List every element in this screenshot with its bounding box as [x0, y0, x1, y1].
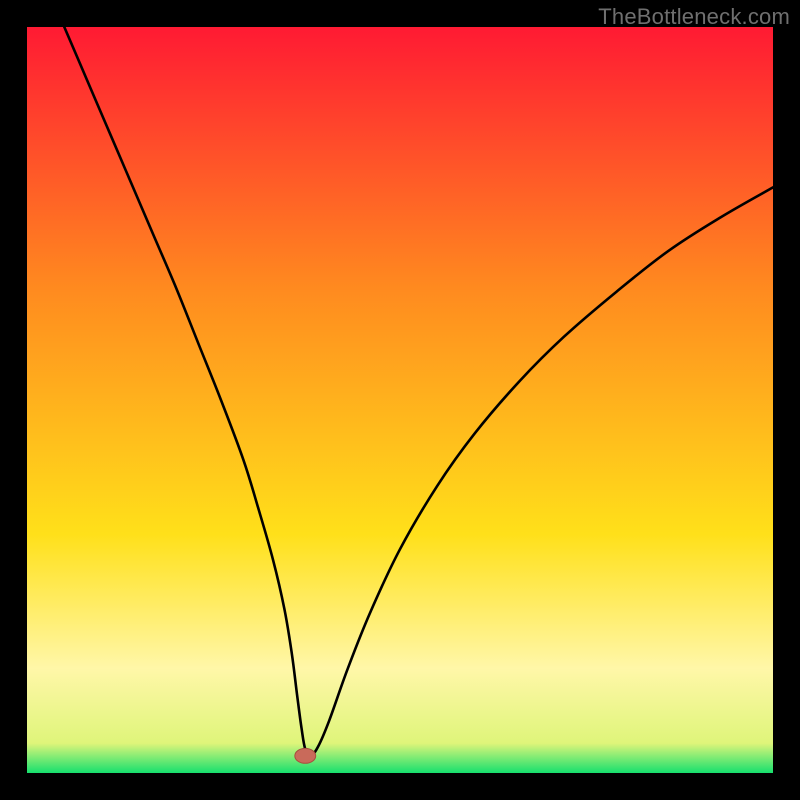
plot-area [27, 27, 773, 773]
chart-frame: TheBottleneck.com [0, 0, 800, 800]
minimum-marker [295, 748, 316, 763]
gradient-background [27, 27, 773, 773]
watermark-text: TheBottleneck.com [598, 4, 790, 30]
chart-svg [27, 27, 773, 773]
